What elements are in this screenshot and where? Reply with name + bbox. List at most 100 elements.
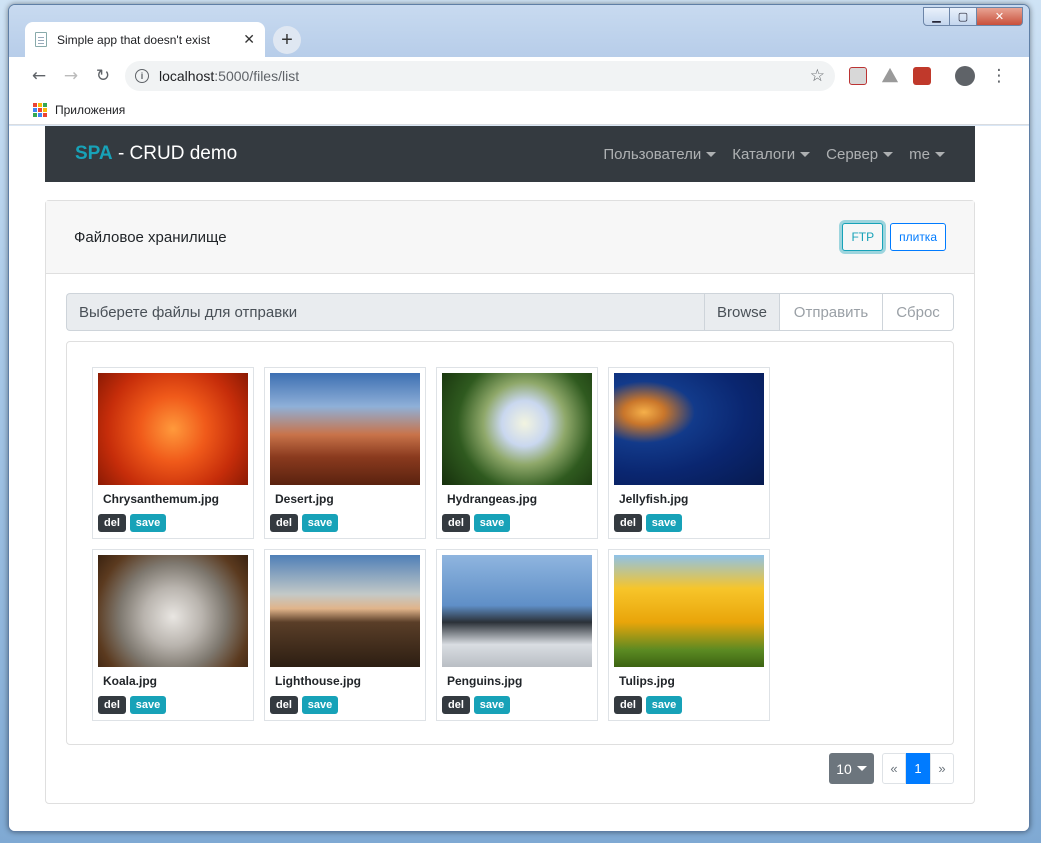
forward-icon[interactable]: →: [55, 66, 87, 86]
thumbnail-jellyfish[interactable]: [614, 373, 764, 485]
delete-button[interactable]: del: [442, 514, 470, 532]
brand-text: - CRUD demo: [112, 143, 238, 164]
file-tile: Lighthouse.jpg del save: [264, 549, 426, 721]
browser-tab[interactable]: Simple app that doesn't exist ✕: [25, 22, 265, 57]
menu-icon[interactable]: ⋮: [983, 66, 1015, 86]
tab-close-icon[interactable]: ✕: [243, 31, 255, 48]
page-viewport: SPA - CRUD demo Пользователи Каталоги Се…: [9, 126, 1029, 831]
page-current[interactable]: 1: [906, 753, 930, 784]
delete-button[interactable]: del: [98, 514, 126, 532]
bookmark-star-icon[interactable]: ☆: [810, 66, 825, 86]
per-page-dropdown[interactable]: 10: [829, 753, 874, 784]
ftp-button[interactable]: FTP: [842, 223, 884, 251]
tile-view-button[interactable]: плитка: [890, 223, 946, 251]
thumbnail-chrysanthemum[interactable]: [98, 373, 248, 485]
thumbnail-tulips[interactable]: [614, 555, 764, 667]
nav-catalogs-label: Каталоги: [732, 145, 796, 163]
thumbnail-koala[interactable]: [98, 555, 248, 667]
drive-extension-icon[interactable]: [881, 67, 899, 83]
save-button[interactable]: save: [130, 514, 166, 532]
card-header: Файловое хранилище FTP плитка: [46, 201, 974, 274]
delete-button[interactable]: del: [442, 696, 470, 714]
file-name: Jellyfish.jpg: [619, 492, 689, 506]
chevron-down-icon: [706, 151, 717, 157]
apps-icon[interactable]: [33, 102, 47, 117]
reload-icon[interactable]: ↻: [87, 66, 119, 86]
brand-accent: SPA: [75, 143, 113, 164]
delete-button[interactable]: del: [614, 696, 642, 714]
file-name: Penguins.jpg: [447, 674, 523, 688]
send-button[interactable]: Отправить: [780, 293, 883, 331]
nav-catalogs[interactable]: Каталоги: [732, 145, 811, 163]
card-title: Файловое хранилище: [74, 228, 227, 246]
view-buttons: FTP плитка: [842, 223, 946, 251]
save-button[interactable]: save: [474, 696, 510, 714]
file-tile: Koala.jpg del save: [92, 549, 254, 721]
delete-button[interactable]: del: [270, 696, 298, 714]
upload-group: Выберете файлы для отправки Browse Отпра…: [66, 293, 954, 331]
app-navbar: SPA - CRUD demo Пользователи Каталоги Се…: [45, 126, 975, 182]
new-tab-button[interactable]: +: [273, 26, 301, 54]
delete-button[interactable]: del: [614, 514, 642, 532]
file-tile: Chrysanthemum.jpg del save: [92, 367, 254, 539]
address-bar[interactable]: i localhost:5000/files/list ☆: [125, 61, 835, 91]
chevron-down-icon: [800, 151, 811, 157]
chevron-down-icon: [883, 151, 894, 157]
nav-me-label: me: [909, 145, 930, 163]
save-button[interactable]: save: [302, 514, 338, 532]
nav-users[interactable]: Пользователи: [603, 145, 717, 163]
file-tile: Tulips.jpg del save: [608, 549, 770, 721]
file-input[interactable]: Выберете файлы для отправки: [66, 293, 704, 331]
close-window-button[interactable]: ✕: [977, 7, 1023, 26]
browser-window: ▁ ▢ ✕ Simple app that doesn't exist ✕ + …: [8, 4, 1030, 832]
save-button[interactable]: save: [474, 514, 510, 532]
url-text[interactable]: localhost:5000/files/list: [159, 68, 810, 84]
file-name: Hydrangeas.jpg: [447, 492, 538, 506]
minimize-button[interactable]: ▁: [923, 7, 950, 26]
file-gallery: Chrysanthemum.jpg del save Desert.jpg de…: [66, 341, 954, 745]
file-name: Chrysanthemum.jpg: [103, 492, 220, 506]
file-name: Lighthouse.jpg: [275, 674, 361, 688]
chevron-down-icon: [935, 151, 945, 157]
file-name: Tulips.jpg: [619, 674, 675, 688]
thumbnail-penguins[interactable]: [442, 555, 592, 667]
pdf-extension-icon[interactable]: [849, 67, 867, 85]
save-button[interactable]: save: [130, 696, 166, 714]
page-prev[interactable]: «: [882, 753, 906, 784]
nav-users-label: Пользователи: [603, 145, 702, 163]
file-tile: Desert.jpg del save: [264, 367, 426, 539]
file-tile: Hydrangeas.jpg del save: [436, 367, 598, 539]
tab-title: Simple app that doesn't exist: [57, 32, 211, 47]
title-bar: ▁ ▢ ✕ Simple app that doesn't exist ✕ +: [9, 5, 1029, 57]
extension-icon[interactable]: [913, 67, 931, 85]
url-path: :5000/files/list: [214, 68, 300, 84]
nav-links: Пользователи Каталоги Сервер me: [603, 146, 945, 163]
back-icon[interactable]: ←: [23, 66, 55, 86]
browse-button[interactable]: Browse: [704, 293, 780, 331]
nav-me[interactable]: me: [909, 146, 945, 163]
save-button[interactable]: save: [646, 514, 682, 532]
file-name: Desert.jpg: [275, 492, 334, 506]
thumbnail-lighthouse[interactable]: [270, 555, 420, 667]
apps-bookmark[interactable]: Приложения: [55, 103, 125, 117]
brand[interactable]: SPA - CRUD demo: [75, 143, 237, 165]
url-host: localhost: [159, 68, 215, 84]
thumbnail-desert[interactable]: [270, 373, 420, 485]
save-button[interactable]: save: [302, 696, 338, 714]
page-next[interactable]: »: [930, 753, 954, 784]
window-controls: ▁ ▢ ✕: [923, 7, 1023, 26]
file-tile: Jellyfish.jpg del save: [608, 367, 770, 539]
nav-server[interactable]: Сервер: [826, 145, 894, 163]
thumbnail-hydrangeas[interactable]: [442, 373, 592, 485]
save-button[interactable]: save: [646, 696, 682, 714]
per-page-value: 10: [836, 760, 852, 777]
maximize-button[interactable]: ▢: [950, 7, 977, 26]
chevron-down-icon: [856, 766, 867, 771]
reset-button[interactable]: Сброс: [883, 293, 954, 331]
delete-button[interactable]: del: [98, 696, 126, 714]
delete-button[interactable]: del: [270, 514, 298, 532]
profile-icon[interactable]: [955, 66, 975, 86]
file-storage-card: Файловое хранилище FTP плитка Выберете ф…: [45, 200, 975, 804]
info-icon[interactable]: i: [135, 69, 149, 83]
nav-server-label: Сервер: [826, 145, 879, 163]
